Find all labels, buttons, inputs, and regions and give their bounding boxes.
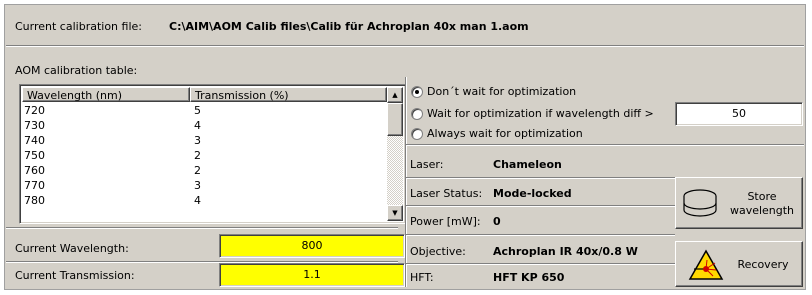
current-wavelength-label: Current Wavelength: bbox=[15, 242, 129, 255]
option-wait-if-diff-label[interactable]: Wait for optimization if wavelength diff… bbox=[427, 107, 654, 120]
aom-calibration-panel: Current calibration file: C:\AIM\AOM Cal… bbox=[4, 4, 806, 290]
power-value: 0 bbox=[493, 215, 501, 228]
objective-label: Objective: bbox=[410, 245, 466, 258]
column-header-wavelength[interactable]: Wavelength (nm) bbox=[22, 87, 190, 102]
down-arrow-icon: ▼ bbox=[392, 209, 398, 217]
laser-value: Chameleon bbox=[493, 158, 562, 171]
store-label-line2: wavelength bbox=[729, 204, 795, 217]
separator bbox=[406, 144, 804, 146]
cell-transmission: 2 bbox=[194, 164, 201, 177]
radio-dont-wait[interactable] bbox=[411, 86, 423, 98]
radio-selected-dot bbox=[415, 90, 419, 94]
cell-transmission: 2 bbox=[194, 149, 201, 162]
calibration-table[interactable]: Wavelength (nm) Transmission (%) 720 5 730… bbox=[19, 84, 406, 224]
current-transmission-field: 1.1 bbox=[219, 263, 405, 287]
table-scrollbar[interactable]: ▲ ▼ bbox=[387, 87, 403, 221]
separator bbox=[406, 263, 675, 265]
hft-value: HFT KP 650 bbox=[493, 271, 565, 284]
separator bbox=[6, 45, 804, 47]
scroll-down-button[interactable]: ▼ bbox=[387, 205, 403, 221]
cell-wavelength: 720 bbox=[24, 104, 45, 117]
cell-wavelength: 740 bbox=[24, 134, 45, 147]
radio-wait-if-diff[interactable] bbox=[411, 108, 423, 120]
wavelength-diff-input[interactable]: 50 bbox=[675, 102, 803, 126]
option-dont-wait-label[interactable]: Don´t wait for optimization bbox=[427, 85, 576, 98]
cell-wavelength: 770 bbox=[24, 179, 45, 192]
cell-transmission: 3 bbox=[194, 179, 201, 192]
power-label: Power [mW]: bbox=[410, 215, 481, 228]
cell-transmission: 5 bbox=[194, 104, 201, 117]
store-label-line1: Store bbox=[747, 190, 777, 203]
separator bbox=[6, 227, 398, 229]
calibration-file-path: C:\AIM\AOM Calib files\Calib für Achropl… bbox=[169, 20, 529, 33]
scroll-thumb[interactable] bbox=[387, 103, 403, 136]
column-header-transmission[interactable]: Transmission (%) bbox=[190, 87, 387, 102]
laser-status-label: Laser Status: bbox=[410, 187, 483, 200]
table-label: AOM calibration table: bbox=[15, 64, 138, 77]
separator bbox=[406, 177, 675, 179]
scroll-up-button[interactable]: ▲ bbox=[387, 87, 403, 103]
current-transmission-label: Current Transmission: bbox=[15, 269, 135, 282]
cell-transmission: 3 bbox=[194, 134, 201, 147]
separator bbox=[406, 205, 675, 207]
current-wavelength-field: 800 bbox=[219, 234, 405, 258]
separator bbox=[406, 234, 675, 236]
objective-value: Achroplan IR 40x/0.8 W bbox=[493, 245, 638, 258]
option-always-wait-label[interactable]: Always wait for optimization bbox=[427, 127, 583, 140]
up-arrow-icon: ▲ bbox=[392, 91, 398, 99]
cell-wavelength: 730 bbox=[24, 119, 45, 132]
vertical-separator bbox=[405, 77, 407, 287]
calibration-file-label: Current calibration file: bbox=[15, 20, 142, 33]
radio-always-wait[interactable] bbox=[411, 128, 423, 140]
hft-label: HFT: bbox=[410, 271, 434, 284]
recovery-label: Recovery bbox=[737, 258, 789, 271]
cell-transmission: 4 bbox=[194, 119, 201, 132]
cell-wavelength: 750 bbox=[24, 149, 45, 162]
recovery-button[interactable]: Recovery bbox=[675, 241, 803, 287]
database-icon bbox=[683, 189, 717, 217]
laser-warning-icon bbox=[688, 249, 724, 280]
laser-status-value: Mode-locked bbox=[493, 187, 572, 200]
cell-wavelength: 760 bbox=[24, 164, 45, 177]
cell-wavelength: 780 bbox=[24, 194, 45, 207]
laser-label: Laser: bbox=[410, 158, 444, 171]
store-wavelength-button[interactable]: Store wavelength bbox=[675, 177, 803, 229]
cell-transmission: 4 bbox=[194, 194, 201, 207]
